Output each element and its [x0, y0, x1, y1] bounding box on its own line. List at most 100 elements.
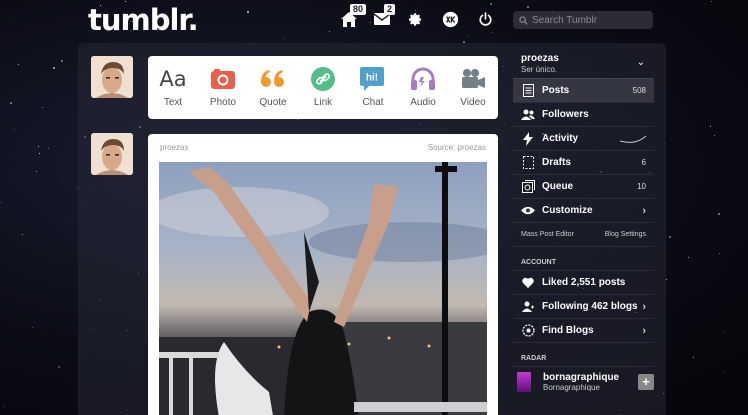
star [714, 134, 716, 136]
camera-icon [210, 66, 236, 92]
mass-post-editor-link[interactable]: Mass Post Editor [521, 231, 574, 238]
post-chat-button[interactable]: hi! Chat [348, 56, 398, 119]
compass-icon [521, 324, 535, 338]
sidebar-item-likes[interactable]: Liked 2,551 posts [513, 270, 654, 294]
star [35, 171, 37, 173]
star [329, 31, 331, 33]
blog-switcher[interactable]: proezas Ser único. ⌄ [513, 48, 654, 78]
star [10, 101, 13, 104]
avatar[interactable] [91, 56, 133, 98]
star [491, 31, 493, 33]
sidebar-item-label: Drafts [542, 157, 571, 168]
post-type-label: Photo [209, 97, 237, 108]
post-type-label: Audio [410, 97, 436, 108]
sidebar-item-followers[interactable]: Followers [513, 102, 654, 126]
star [2, 406, 4, 408]
post-type-label: Chat [362, 97, 384, 108]
star [710, 125, 712, 127]
gear-icon [408, 12, 421, 26]
account-heading: ACCOUNT [513, 246, 654, 270]
post-photo-button[interactable]: Photo [198, 56, 248, 119]
star [688, 256, 690, 258]
activity-sparkline-icon [620, 135, 646, 143]
headphones-icon [410, 66, 436, 92]
avatar-portrait-icon [91, 133, 133, 175]
star [42, 106, 44, 108]
sidebar-item-label: Find Blogs [542, 325, 594, 336]
star [0, 202, 2, 204]
sidebar: proezas Ser único. ⌄ Posts 508 Followers… [513, 48, 654, 396]
star [693, 357, 695, 359]
post-text-button[interactable]: Aa Text [148, 56, 198, 119]
star [21, 233, 23, 235]
radar-blog-name: bornagraphique [543, 371, 620, 383]
star [52, 67, 55, 69]
star [719, 252, 721, 254]
post-author-link[interactable]: proezas [160, 143, 188, 152]
sidebar-item-following[interactable]: Following 462 blogs › [513, 294, 654, 318]
chevron-right-icon: › [642, 204, 646, 217]
extension-button[interactable] [439, 9, 461, 29]
sidebar-item-activity[interactable]: Activity [513, 126, 654, 150]
blog-tools: Mass Post Editor Blog Settings [513, 222, 654, 246]
star [32, 326, 34, 328]
drafts-count: 6 [641, 158, 646, 167]
post-source-link[interactable]: Source: proezas [428, 143, 486, 152]
post-audio-button[interactable]: Audio [398, 56, 448, 119]
posts-count: 508 [632, 86, 646, 95]
star [284, 37, 286, 39]
star [722, 331, 724, 333]
radar-thumbnail [517, 371, 531, 392]
inbox-button[interactable]: 2 [371, 4, 396, 29]
chat-icon: hi! [360, 66, 386, 92]
sidebar-item-label: Following 462 blogs [542, 301, 638, 312]
radar-blog[interactable]: bornagraphique Bornagraphique + [513, 366, 654, 396]
drafts-icon [521, 156, 535, 170]
tumblr-logo[interactable]: tumblr. [88, 3, 199, 37]
video-camera-icon [460, 66, 486, 92]
post-type-bar: Aa Text Photo Quote Link hi! Chat Audio [148, 56, 498, 119]
post-type-label: Text [163, 97, 183, 108]
post-link-button[interactable]: Link [298, 56, 348, 119]
logout-button[interactable] [474, 9, 496, 29]
chevron-right-icon: › [642, 324, 646, 337]
star [666, 278, 668, 280]
activity-icon [521, 131, 535, 146]
post-video-button[interactable]: Video [448, 56, 498, 119]
sidebar-item-find-blogs[interactable]: Find Blogs › [513, 318, 654, 342]
sidebar-item-posts[interactable]: Posts 508 [513, 78, 654, 102]
search-box[interactable] [513, 11, 653, 29]
blog-name: proezas [521, 53, 559, 64]
post-author-avatar[interactable] [91, 133, 133, 175]
blog-settings-link[interactable]: Blog Settings [605, 231, 646, 238]
star [717, 213, 720, 216]
sidebar-item-drafts[interactable]: Drafts 6 [513, 150, 654, 174]
sidebar-item-label: Customize [542, 205, 593, 216]
settings-button[interactable] [404, 9, 426, 29]
star [466, 35, 468, 37]
sidebar-item-queue[interactable]: Queue 10 [513, 174, 654, 198]
sidebar-item-label: Posts [542, 85, 570, 96]
sidebar-item-customize[interactable]: Customize › [513, 198, 654, 222]
radar-heading: RADAR [513, 342, 654, 366]
following-icon [521, 300, 535, 314]
follow-plus-button[interactable]: + [638, 374, 654, 390]
posts-icon [521, 84, 535, 98]
avatar-portrait-icon [91, 56, 133, 98]
post-type-label: Link [313, 97, 333, 108]
star [18, 64, 20, 66]
star [526, 6, 529, 9]
post-photo[interactable] [159, 162, 487, 415]
xkit-icon [442, 11, 458, 27]
link-icon [310, 66, 336, 92]
queue-icon [521, 180, 535, 194]
search-icon [519, 15, 528, 25]
radar-blog-subtitle: Bornagraphique [543, 382, 600, 392]
home-button[interactable]: 80 [338, 4, 367, 29]
post-quote-button[interactable]: Quote [248, 56, 298, 119]
svg-text:hi!: hi! [366, 73, 378, 84]
search-input[interactable] [532, 14, 642, 26]
star [14, 128, 16, 130]
queue-count: 10 [637, 182, 646, 191]
star [247, 11, 250, 14]
